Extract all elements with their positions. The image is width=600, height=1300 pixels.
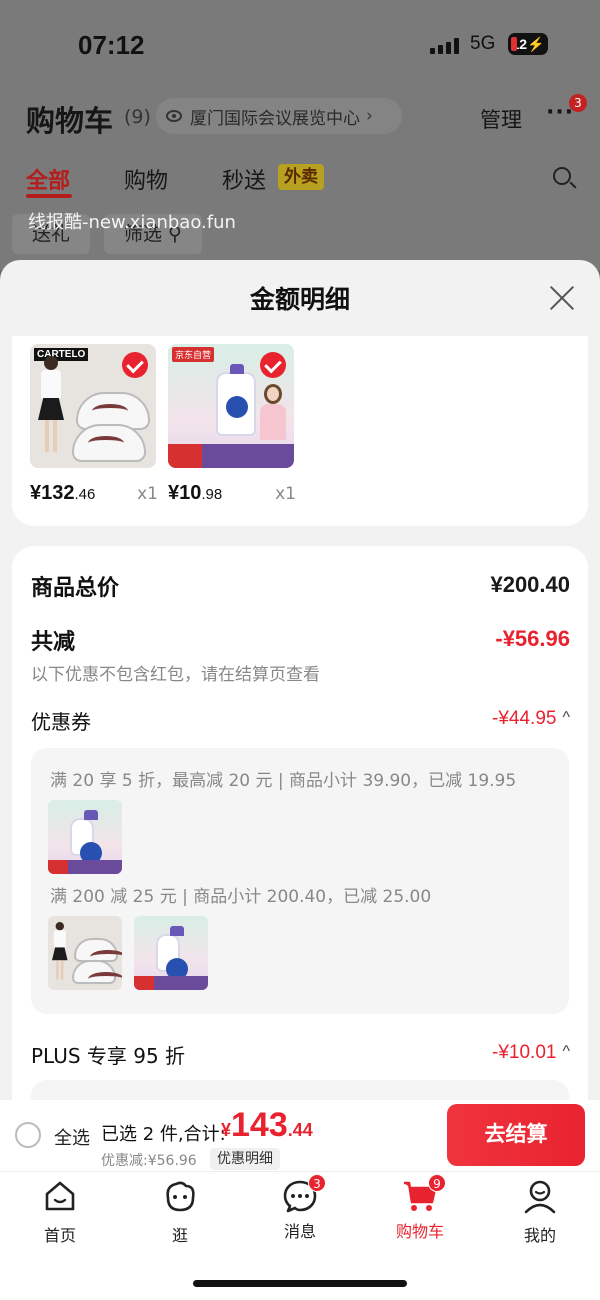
more-badge: 3 — [569, 94, 587, 112]
tab-home-label: 首页 — [43, 1226, 76, 1245]
tab-cart[interactable]: 9 购物车 — [380, 1174, 460, 1242]
takeout-tag: 外卖 — [278, 164, 324, 190]
battery-level: 12 — [511, 36, 528, 52]
product-price: ¥132.46 — [30, 482, 95, 505]
checkout-button[interactable]: 去结算 — [447, 1104, 585, 1166]
price-dec: .46 — [74, 486, 96, 503]
cart-icon-wrap: 9 — [402, 1174, 446, 1214]
manage-button[interactable]: 管理 — [480, 104, 522, 134]
product-qty: x1 — [275, 484, 296, 504]
coupon-toggle[interactable]: -¥44.95 ^ — [492, 708, 570, 730]
coupon-label: 优惠券 — [31, 710, 91, 734]
tab-browse[interactable]: 逛 — [140, 1178, 220, 1246]
chevron-up-icon: ^ — [562, 1043, 570, 1060]
tab-messages-label: 消息 — [283, 1222, 316, 1241]
total-value: ¥200.40 — [490, 572, 570, 597]
select-all-radio[interactable] — [15, 1122, 41, 1148]
product-image: 京东自营 — [168, 344, 294, 468]
tab-cart-label: 购物车 — [395, 1222, 444, 1241]
page-title: 购物车 — [26, 104, 114, 138]
total-currency: ¥ — [221, 1120, 232, 1140]
chevron-right-icon: › — [366, 106, 373, 126]
jd-tag: 京东自营 — [172, 347, 215, 362]
tab-messages[interactable]: 3 消息 — [260, 1174, 340, 1242]
status-time: 07:12 — [78, 30, 145, 60]
total-price: ¥143.44 — [221, 1106, 313, 1145]
coupon-line: 满 200 减 25 元 | 商品小计 200.40，已减 25.00 — [50, 887, 432, 907]
plus-label: PLUS 专享 95 折 — [31, 1044, 186, 1068]
checkout-bar: 全选 已选 2 件,合计: ¥143.44 优惠减:¥56.96 优惠明细 去结… — [0, 1100, 600, 1172]
coupon-line: 满 20 享 5 折，最高减 20 元 | 商品小计 39.90，已减 19.9… — [50, 771, 517, 791]
messages-badge: 3 — [308, 1174, 326, 1192]
product-qty: x1 — [137, 484, 158, 504]
tab-all[interactable]: 全部 — [26, 163, 70, 195]
status-bar: 07:12 5G 12⚡ — [0, 0, 600, 90]
price-int: ¥10 — [168, 482, 202, 504]
coupon-product-thumb — [134, 916, 208, 990]
location-text: 厦门国际会议展览中心 — [190, 108, 360, 129]
signal-icon — [430, 38, 462, 54]
chevron-up-icon: ^ — [562, 709, 570, 726]
price-summary: 商品总价 ¥200.40 共减 -¥56.96 以下优惠不包含红包，请在结算页查… — [12, 546, 588, 1100]
plus-toggle[interactable]: -¥10.01 ^ — [492, 1042, 570, 1064]
reduce-value: -¥56.96 — [495, 626, 570, 651]
tab-profile[interactable]: 我的 — [500, 1178, 580, 1246]
coupon-value: -¥44.95 — [492, 708, 557, 729]
price-dec: .98 — [201, 486, 223, 503]
battery-icon: 12⚡ — [508, 33, 548, 55]
checked-icon — [122, 352, 148, 378]
discount-detail-button[interactable]: 优惠明细 — [210, 1148, 280, 1170]
price-int: ¥132 — [30, 482, 75, 504]
eye-icon — [166, 110, 182, 122]
amount-detail-sheet: 金额明细 CARTELO ¥132.46 x1 京东自营 ¥10.98 x1 商… — [0, 260, 600, 1100]
browse-icon — [166, 1181, 195, 1212]
select-all-label[interactable]: 全选 — [54, 1124, 90, 1150]
tab-shopping[interactable]: 购物 — [124, 163, 168, 195]
product-card[interactable]: CARTELO ¥132.46 x1 — [30, 344, 158, 504]
home-icon — [45, 1181, 75, 1211]
sheet-title: 金额明细 — [249, 285, 350, 314]
network-type: 5G — [470, 33, 496, 54]
plus-value: -¥10.01 — [492, 1042, 557, 1063]
coupon-product-thumb — [48, 800, 122, 874]
product-image: CARTELO — [30, 344, 156, 468]
checked-icon — [260, 352, 286, 378]
total-int: 143 — [231, 1106, 288, 1144]
total-label: 商品总价 — [31, 576, 120, 601]
cart-count: (9) — [124, 106, 151, 128]
home-indicator — [193, 1280, 407, 1287]
tab-profile-label: 我的 — [523, 1226, 556, 1245]
product-price: ¥10.98 — [168, 482, 222, 505]
total-dec: .44 — [287, 1120, 313, 1140]
tab-home[interactable]: 首页 — [20, 1178, 100, 1246]
plus-details — [31, 1080, 569, 1100]
location-pill[interactable]: 厦门国际会议展览中心 › — [156, 98, 402, 134]
message-icon-wrap: 3 — [282, 1174, 326, 1214]
reduce-note: 以下优惠不包含红包，请在结算页查看 — [31, 665, 320, 685]
tab-instant[interactable]: 秒送 — [222, 163, 266, 195]
close-icon[interactable] — [548, 284, 576, 312]
tab-underline — [26, 194, 72, 198]
selected-products: CARTELO ¥132.46 x1 京东自营 ¥10.98 x1 — [12, 336, 588, 526]
watermark: 线报酷-new.xianbao.fun — [28, 212, 236, 233]
search-icon[interactable] — [553, 167, 571, 185]
discount-text: 优惠减:¥56.96 — [101, 1153, 197, 1169]
product-card[interactable]: 京东自营 ¥10.98 x1 — [168, 344, 296, 504]
coupon-product-thumb — [48, 916, 122, 990]
selected-summary: 已选 2 件,合计: — [101, 1124, 226, 1145]
profile-icon — [524, 1180, 556, 1214]
reduce-label: 共减 — [31, 630, 76, 655]
tab-browse-label: 逛 — [171, 1226, 188, 1245]
cart-badge: 9 — [428, 1174, 446, 1192]
coupon-details: 满 20 享 5 折，最高减 20 元 | 商品小计 39.90，已减 19.9… — [31, 748, 569, 1014]
